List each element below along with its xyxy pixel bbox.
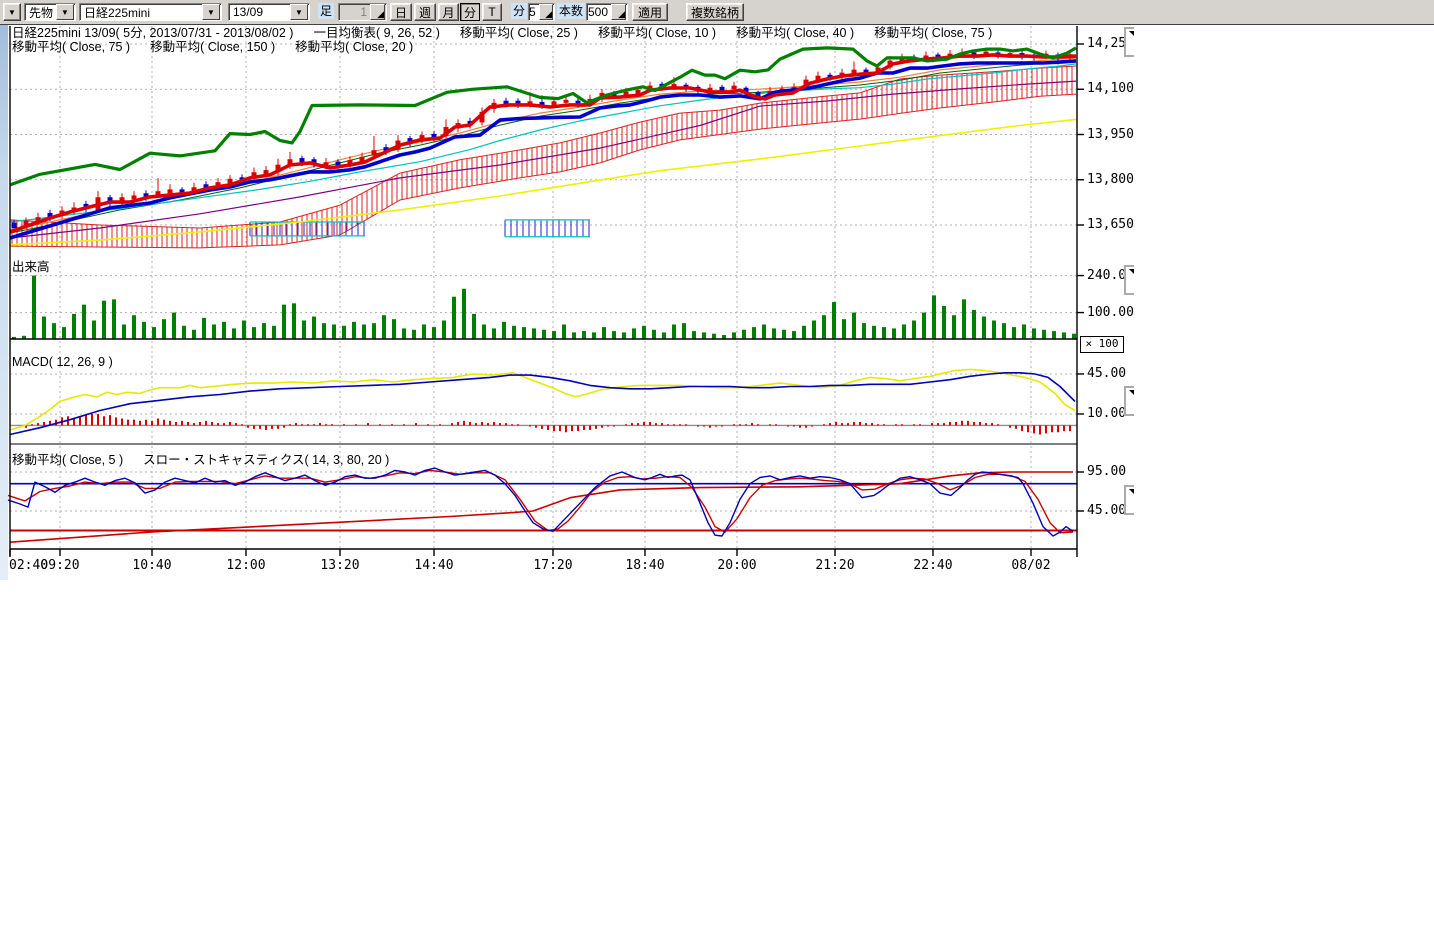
legend-item-2: 移動平均( Close, 25 )	[460, 26, 578, 40]
price-pane-scroll-handle[interactable]	[1124, 27, 1134, 57]
legend-item-row2-0: 移動平均( Close, 75 )	[12, 40, 130, 54]
chart-plot-area[interactable]	[0, 0, 1140, 585]
macd-pane-scroll-handle[interactable]	[1124, 386, 1134, 416]
stoch-pane-label: 移動平均( Close, 5 ) スロー・ストキャスティクス( 14, 3, 80…	[12, 454, 409, 467]
time-axis-label: 10:40	[132, 558, 171, 573]
legend-item-5: 移動平均( Close, 75 )	[874, 26, 992, 40]
time-axis-label: 20:00	[717, 558, 756, 573]
time-axis-label: 18:40	[625, 558, 664, 573]
time-axis-label: 08/02	[1011, 558, 1050, 573]
legend-item-row2-1: 移動平均( Close, 150 )	[150, 40, 275, 54]
macd-axis-label: 10.00	[1087, 406, 1126, 421]
stoch-axis-label: 45.00	[1087, 503, 1126, 518]
price-axis-label: 13,650	[1087, 217, 1134, 232]
time-axis-label: 12:00	[226, 558, 265, 573]
chart-legend-row-1: 日経225mini 13/09( 5分, 2013/07/31 - 2013/0…	[12, 27, 1012, 40]
legend-item-4: 移動平均( Close, 40 )	[736, 26, 854, 40]
legend-item-row2-2: 移動平均( Close, 20 )	[295, 40, 413, 54]
volume-axis-label: 100.00	[1087, 305, 1134, 320]
volume-pane-scroll-handle[interactable]	[1124, 265, 1134, 295]
time-axis-label: 22:40	[913, 558, 952, 573]
legend-item-0: 日経225mini 13/09( 5分, 2013/07/31 - 2013/0…	[12, 26, 293, 40]
legend-item-3: 移動平均( Close, 10 )	[598, 26, 716, 40]
volume-pane-label: 出来高	[12, 256, 50, 275]
stoch-legend-item-1: スロー・ストキャスティクス( 14, 3, 80, 20 )	[143, 453, 389, 467]
macd-axis-label: 45.00	[1087, 366, 1126, 381]
price-axis-label: 14,100	[1087, 81, 1134, 96]
time-axis-label: 14:40	[414, 558, 453, 573]
macd-pane-label: MACD( 12, 26, 9 )	[12, 355, 113, 369]
price-axis-label: 13,950	[1087, 127, 1134, 142]
stoch-pane-scroll-handle[interactable]	[1124, 485, 1134, 515]
legend-item-1: 一目均衡表( 9, 26, 52 )	[313, 26, 439, 40]
time-axis-label: 17:20	[533, 558, 572, 573]
price-axis-label: 13,800	[1087, 172, 1134, 187]
app-window: { "toolbar": { "dropdown_button": "▼", "…	[0, 0, 1434, 946]
chart-legend-row-2: 移動平均( Close, 75 ) 移動平均( Close, 150 ) 移動平均(…	[12, 41, 433, 54]
volume-multiplier-badge: × 100	[1080, 336, 1124, 353]
time-axis-label: 09:20	[40, 558, 79, 573]
stoch-axis-label: 95.00	[1087, 464, 1126, 479]
stoch-legend-item-0: 移動平均( Close, 5 )	[12, 453, 123, 467]
time-axis-label: 21:20	[815, 558, 854, 573]
time-axis-label: 13:20	[320, 558, 359, 573]
